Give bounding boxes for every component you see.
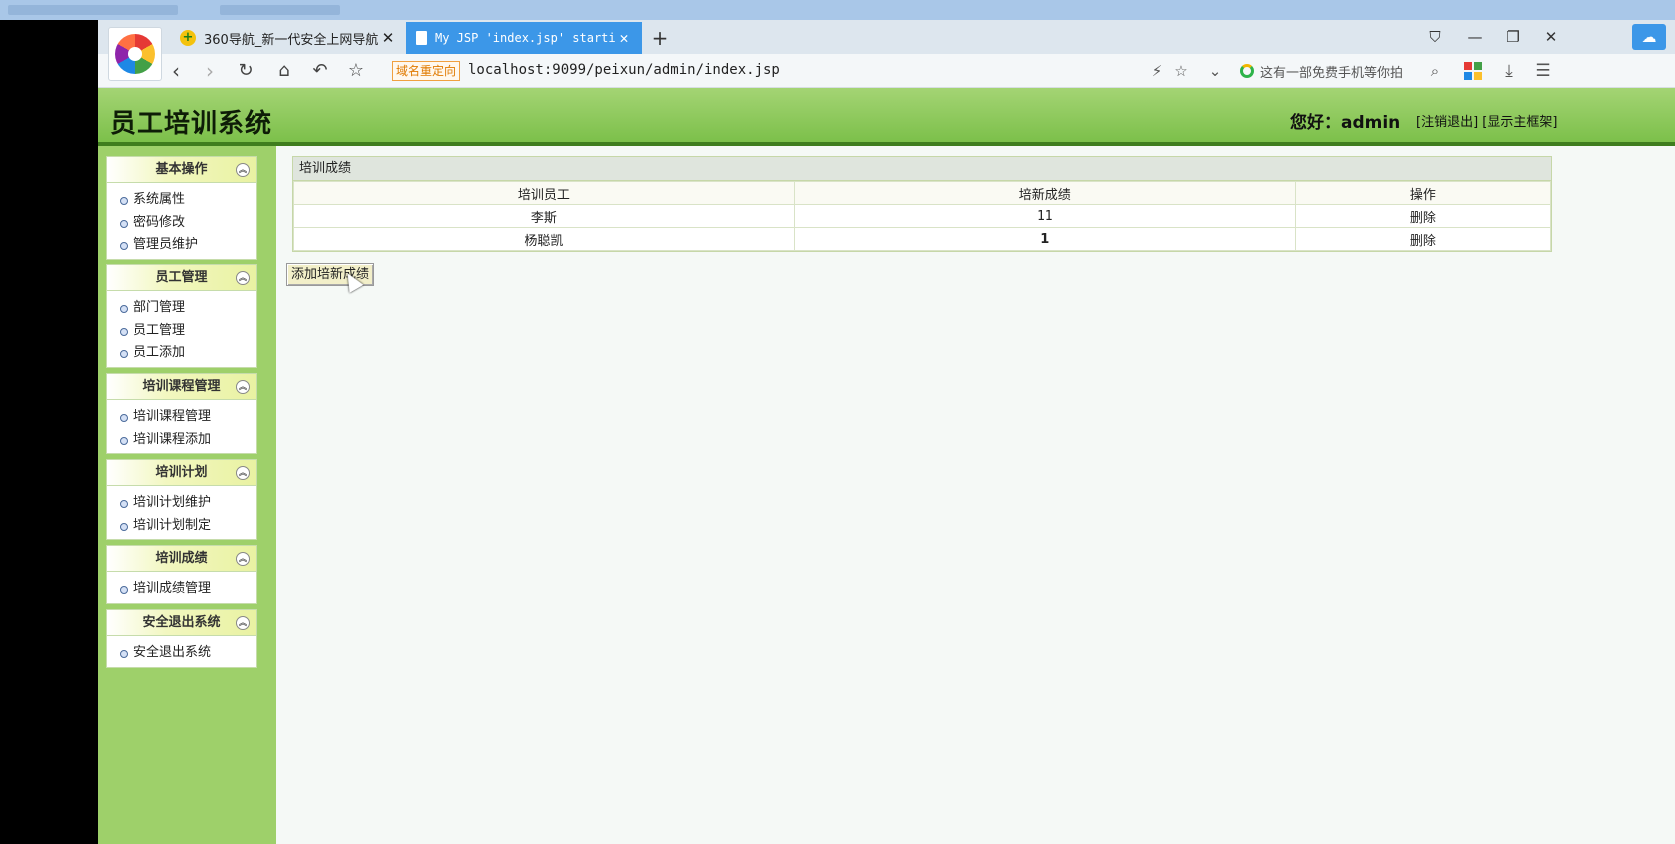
delete-link[interactable]: 删除: [1294, 204, 1552, 228]
close-icon[interactable]: ✕: [380, 29, 396, 47]
download-icon[interactable]: ⤓: [1498, 60, 1520, 82]
sidebar-item-course-manage[interactable]: 培训课程管理: [119, 406, 256, 429]
undo-icon[interactable]: ↶: [306, 58, 334, 84]
reload-icon[interactable]: ↻: [232, 58, 260, 84]
group-title: 基本操作: [155, 162, 208, 177]
user-greeting: 您好：admin: [1290, 113, 1401, 133]
main-content: 培训成绩 培训员工 培新成绩 操作 李斯 11 删除 杨聪凯 1 删除 添加培新…: [276, 146, 1675, 844]
search-engine-icon: [1240, 64, 1254, 78]
search-icon[interactable]: ⌕: [1424, 60, 1446, 82]
redirect-badge[interactable]: 域名重定向: [392, 61, 461, 81]
new-tab-button[interactable]: +: [646, 24, 674, 52]
forward-icon[interactable]: ›: [196, 58, 224, 84]
collapse-icon[interactable]: ︽: [236, 466, 250, 480]
sidebar-item-department[interactable]: 部门管理: [119, 297, 256, 320]
sidebar-item-plan-maintain[interactable]: 培训计划维护: [119, 492, 256, 515]
sidebar-item-score-manage[interactable]: 培训成绩管理: [119, 578, 256, 601]
group-title: 培训计划: [155, 465, 208, 480]
web-app: 员工培训系统 您好：admin [注销退出] [显示主框架] 基本操作 ︽ 系统属…: [98, 88, 1675, 844]
sidebar-group-employee: 员工管理 ︽ 部门管理 员工管理 员工添加: [106, 264, 257, 368]
sidebar: 基本操作 ︽ 系统属性 密码修改 管理员维护 员工管理 ︽ 部门管理 员工管理 员工…: [98, 146, 276, 844]
browser-window: + 360导航_新一代安全上网导航 ✕ My JSP 'index.jsp' s…: [98, 20, 1675, 844]
sidebar-group-plan: 培训计划 ︽ 培训计划维护 培训计划制定: [106, 459, 257, 540]
show-frame-link[interactable]: [显示主框架]: [1482, 115, 1557, 130]
tab-360-nav[interactable]: + 360导航_新一代安全上网导航 ✕: [170, 22, 406, 54]
plus-shield-icon: +: [180, 30, 196, 46]
tab-label: 360导航_新一代安全上网导航: [204, 32, 379, 48]
score-cell: 1: [793, 227, 1296, 251]
sidebar-item-employee-manage[interactable]: 员工管理: [119, 320, 256, 343]
group-header[interactable]: 培训计划 ︽: [107, 460, 256, 486]
header-links: [注销退出] [显示主框架]: [1416, 111, 1557, 130]
home-icon[interactable]: ⌂: [270, 58, 298, 84]
sidebar-item-system-properties[interactable]: 系统属性: [119, 189, 256, 212]
shirt-icon[interactable]: ⛉: [1418, 24, 1452, 50]
menu-icon[interactable]: ☰: [1532, 60, 1554, 82]
table-header-row: 培训员工 培新成绩 操作: [293, 181, 1552, 205]
sidebar-item-course-add[interactable]: 培训课程添加: [119, 429, 256, 452]
employee-cell: 杨聪凯: [293, 227, 795, 251]
close-icon[interactable]: ✕: [616, 29, 632, 47]
logout-link[interactable]: [注销退出]: [1416, 115, 1478, 130]
page-icon: [416, 31, 427, 45]
search-box[interactable]: 这有一部免费手机等你拍: [1240, 60, 1446, 82]
sidebar-item-password-change[interactable]: 密码修改: [119, 212, 256, 235]
tab-index-jsp[interactable]: My JSP 'index.jsp' starting ✕: [406, 22, 642, 54]
close-window-button[interactable]: ✕: [1534, 24, 1568, 50]
cloud-icon[interactable]: ☁: [1632, 24, 1666, 50]
minimize-button[interactable]: —: [1458, 24, 1492, 50]
group-header[interactable]: 员工管理 ︽: [107, 265, 256, 291]
url-input[interactable]: localhost:9099/peixun/admin/index.jsp: [468, 62, 780, 78]
apps-icon[interactable]: [1462, 60, 1484, 82]
delete-link[interactable]: 删除: [1294, 227, 1552, 251]
sidebar-group-basic: 基本操作 ︽ 系统属性 密码修改 管理员维护: [106, 156, 257, 260]
score-cell: 11: [793, 204, 1296, 228]
sidebar-item-safe-exit[interactable]: 安全退出系统: [119, 642, 256, 665]
collapse-icon[interactable]: ︽: [236, 380, 250, 394]
group-title: 安全退出系统: [142, 615, 221, 630]
tab-bar: + 360导航_新一代安全上网导航 ✕ My JSP 'index.jsp' s…: [98, 20, 1675, 81]
group-header[interactable]: 基本操作 ︽: [107, 157, 256, 183]
lightning-icon[interactable]: ⚡: [1146, 60, 1168, 82]
group-header[interactable]: 培训成绩 ︽: [107, 546, 256, 572]
group-title: 员工管理: [155, 270, 208, 285]
bookmark-star-icon[interactable]: ☆: [1170, 60, 1192, 82]
group-header[interactable]: 安全退出系统 ︽: [107, 610, 256, 636]
sidebar-group-exit: 安全退出系统 ︽ 安全退出系统: [106, 609, 257, 668]
score-panel: 培训成绩 培训员工 培新成绩 操作 李斯 11 删除 杨聪凯 1 删除: [292, 156, 1552, 252]
column-header: 培新成绩: [793, 181, 1296, 205]
sidebar-group-course: 培训课程管理 ︽ 培训课程管理 培训课程添加: [106, 373, 257, 454]
group-title: 培训课程管理: [142, 379, 221, 394]
collapse-icon[interactable]: ︽: [236, 616, 250, 630]
collapse-icon[interactable]: ︽: [236, 552, 250, 566]
group-title: 培训成绩: [155, 551, 208, 566]
sidebar-item-plan-create[interactable]: 培训计划制定: [119, 515, 256, 538]
employee-cell: 李斯: [293, 204, 795, 228]
page-title: 员工培训系统: [110, 109, 273, 139]
score-table: 培训员工 培新成绩 操作 李斯 11 删除 杨聪凯 1 删除: [293, 181, 1552, 251]
table-row: 李斯 11 删除: [293, 204, 1552, 228]
column-header: 操作: [1294, 181, 1552, 205]
table-row: 杨聪凯 1 删除: [293, 227, 1552, 251]
search-placeholder: 这有一部免费手机等你拍: [1260, 65, 1404, 81]
star-icon[interactable]: ☆: [342, 58, 370, 84]
tab-label: My JSP 'index.jsp' starting: [435, 31, 616, 45]
browser-logo-icon[interactable]: [108, 27, 162, 81]
restore-button[interactable]: ❐: [1496, 24, 1530, 50]
collapse-icon[interactable]: ︽: [236, 163, 250, 177]
chevron-down-icon[interactable]: ⌄: [1204, 60, 1226, 82]
sidebar-item-admin-maintenance[interactable]: 管理员维护: [119, 234, 256, 257]
address-bar: ‹ › ↻ ⌂ ↶ ☆ 域名重定向 localhost:9099/peixun/…: [98, 54, 1675, 88]
group-header[interactable]: 培训课程管理 ︽: [107, 374, 256, 400]
panel-title: 培训成绩: [293, 157, 1551, 181]
sidebar-group-score: 培训成绩 ︽ 培训成绩管理: [106, 545, 257, 604]
background-window-title: [8, 5, 178, 15]
app-header: 员工培训系统 您好：admin [注销退出] [显示主框架]: [98, 88, 1675, 146]
collapse-icon[interactable]: ︽: [236, 271, 250, 285]
back-icon[interactable]: ‹: [162, 58, 190, 84]
sidebar-item-employee-add[interactable]: 员工添加: [119, 342, 256, 365]
background-window-title: [220, 5, 340, 15]
column-header: 培训员工: [293, 181, 795, 205]
desktop-taskbar-strip: [0, 0, 1675, 20]
